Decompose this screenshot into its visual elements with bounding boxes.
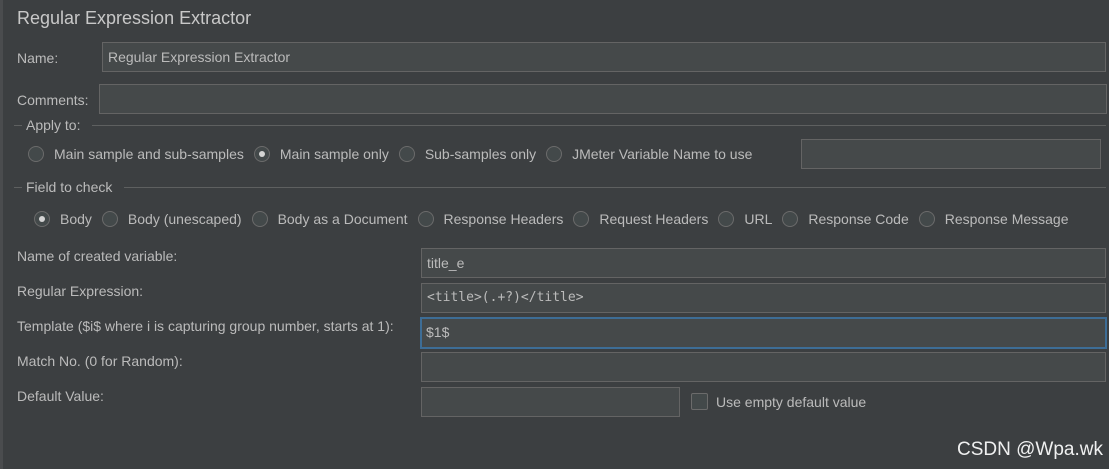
- radio-response-message[interactable]: [918, 211, 935, 227]
- apply-to-legend: Apply to:: [26, 117, 81, 133]
- template-input[interactable]: $1$: [420, 317, 1107, 349]
- radio-response-headers[interactable]: [417, 211, 434, 227]
- apply-jmeter-variable-label: JMeter Variable Name to use: [572, 146, 753, 162]
- apply-to-separator-left: [14, 125, 22, 126]
- panel-title: Regular Expression Extractor: [17, 8, 252, 28]
- variable-name-input[interactable]: title_e: [421, 248, 1106, 278]
- field-to-check-radio-group: Body Body (unescaped) Body as a Document…: [34, 211, 1069, 227]
- radio-body-unescaped[interactable]: [101, 211, 118, 227]
- default-value-input[interactable]: [421, 387, 680, 417]
- radio-url[interactable]: [718, 211, 735, 227]
- radio-jmeter-variable[interactable]: [546, 146, 563, 162]
- comments-label: Comments:: [17, 92, 89, 108]
- left-edge-strip: [0, 0, 3, 469]
- match-no-label: Match No. (0 for Random):: [17, 353, 183, 369]
- variable-name-label: Name of created variable:: [17, 248, 178, 264]
- regex-label: Regular Expression:: [17, 283, 144, 299]
- field-body-document-option[interactable]: Body as a Document: [251, 211, 408, 227]
- default-value-label: Default Value:: [17, 388, 104, 404]
- field-response-code-label: Response Code: [808, 211, 909, 227]
- use-empty-default-checkbox[interactable]: [691, 393, 708, 410]
- radio-request-headers[interactable]: [573, 211, 590, 227]
- radio-body-document[interactable]: [251, 211, 268, 227]
- field-to-check-separator: [124, 187, 1106, 188]
- field-response-headers-option[interactable]: Response Headers: [417, 211, 564, 227]
- field-body-unescaped-option[interactable]: Body (unescaped): [101, 211, 242, 227]
- template-label: Template ($i$ where i is capturing group…: [17, 318, 394, 334]
- apply-sub-only-label: Sub-samples only: [424, 146, 537, 162]
- apply-main-and-sub-label: Main sample and sub-samples: [54, 146, 244, 162]
- field-request-headers-label: Request Headers: [599, 211, 709, 227]
- watermark: CSDN @Wpa.wk: [957, 439, 1103, 460]
- radio-main-and-sub[interactable]: [28, 146, 44, 162]
- field-body-unescaped-label: Body (unescaped): [127, 211, 242, 227]
- apply-to-radio-group: Main sample and sub-samples Main sample …: [28, 146, 762, 162]
- field-to-check-separator-left: [14, 187, 22, 188]
- apply-main-only-label: Main sample only: [279, 146, 389, 162]
- field-response-headers-label: Response Headers: [443, 211, 564, 227]
- comments-field[interactable]: [99, 84, 1107, 114]
- field-url-option[interactable]: URL: [718, 211, 772, 227]
- field-to-check-legend: Field to check: [26, 179, 113, 195]
- field-body-document-label: Body as a Document: [277, 211, 408, 227]
- apply-sub-only-option[interactable]: Sub-samples only: [398, 146, 537, 162]
- field-url-label: URL: [744, 211, 773, 227]
- radio-sub-only[interactable]: [398, 146, 415, 162]
- apply-main-only-option[interactable]: Main sample only: [253, 146, 389, 162]
- field-request-headers-option[interactable]: Request Headers: [573, 211, 708, 227]
- radio-response-code[interactable]: [782, 211, 799, 227]
- apply-jmeter-variable-option[interactable]: JMeter Variable Name to use: [546, 146, 752, 162]
- field-body-option[interactable]: Body: [34, 211, 92, 227]
- use-empty-default-label: Use empty default value: [716, 394, 867, 410]
- radio-main-only[interactable]: [253, 146, 270, 162]
- field-response-code-option[interactable]: Response Code: [782, 211, 909, 227]
- name-field[interactable]: Regular Expression Extractor: [102, 42, 1106, 72]
- field-response-message-label: Response Message: [944, 211, 1069, 227]
- name-label: Name:: [17, 50, 59, 66]
- field-body-label: Body: [60, 211, 92, 227]
- match-no-input[interactable]: [421, 352, 1106, 382]
- jmeter-variable-name-input[interactable]: [801, 139, 1101, 169]
- apply-main-and-sub-option[interactable]: Main sample and sub-samples: [28, 146, 244, 162]
- field-response-message-option[interactable]: Response Message: [918, 211, 1069, 227]
- apply-to-separator: [92, 125, 1106, 126]
- radio-body[interactable]: [34, 211, 50, 227]
- regex-input[interactable]: <title>(.+?)</title>: [421, 283, 1106, 313]
